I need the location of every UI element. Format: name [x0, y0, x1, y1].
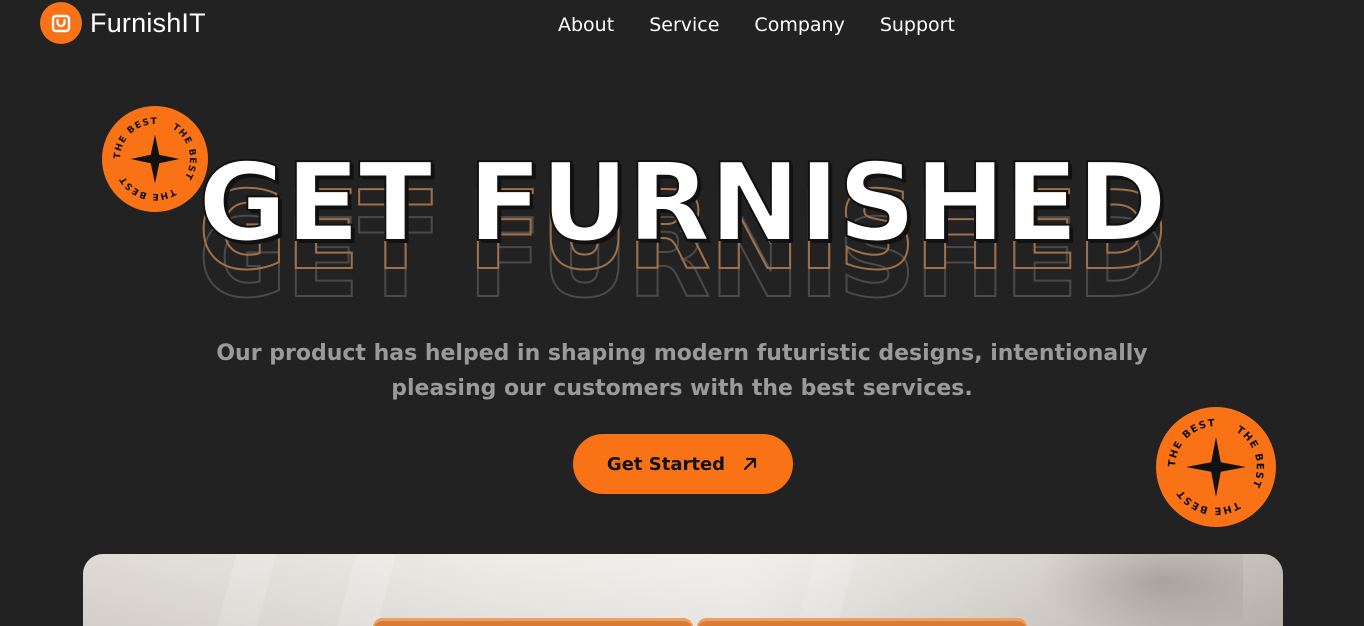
svg-text:THE BEST: THE BEST	[1234, 424, 1265, 489]
badge-text-1c: THE BEST	[118, 174, 176, 201]
main-nav: About Service Company Support	[558, 14, 955, 36]
svg-text:THE BEST: THE BEST	[1175, 487, 1241, 516]
shopping-bag-icon	[40, 2, 82, 44]
svg-text:THE BEST: THE BEST	[170, 122, 197, 181]
brand-logo[interactable]: FurnishIT	[40, 2, 206, 44]
brand-name: FurnishIT	[90, 7, 206, 38]
nav-company[interactable]: Company	[754, 14, 844, 36]
svg-text:THE BEST: THE BEST	[1167, 418, 1216, 467]
four-point-star-icon	[130, 134, 180, 184]
hero-title-shadow-far: GET FURNISHED	[197, 197, 1168, 322]
four-point-star-icon	[1186, 437, 1246, 497]
badge-text-1b: THE BEST	[170, 122, 196, 181]
badge-text-2a: THE BEST	[1167, 418, 1215, 467]
hero-subtitle-line-1: Our product has helped in shaping modern…	[216, 341, 1148, 366]
badge-text-2c: THE BEST	[1175, 487, 1240, 516]
nav-service[interactable]: Service	[649, 14, 719, 36]
nav-about[interactable]: About	[558, 14, 614, 36]
arrow-up-right-icon	[743, 457, 757, 471]
hero-subtitle-line-2: pleasing our customers with the best ser…	[391, 376, 973, 401]
svg-text:THE BEST: THE BEST	[118, 174, 177, 201]
hero-subtitle: Our product has helped in shaping modern…	[182, 336, 1182, 406]
get-started-button[interactable]: Get Started	[573, 434, 793, 494]
the-best-badge-secondary: THE BEST THE BEST THE BEST	[1156, 407, 1276, 527]
hero-image	[83, 554, 1283, 626]
the-best-badge: THE BEST THE BEST THE BEST	[102, 106, 208, 212]
image-shade	[83, 554, 1283, 626]
nav-support[interactable]: Support	[880, 14, 955, 36]
get-started-label: Get Started	[606, 453, 726, 475]
badge-text-2b: THE BEST	[1234, 424, 1264, 489]
